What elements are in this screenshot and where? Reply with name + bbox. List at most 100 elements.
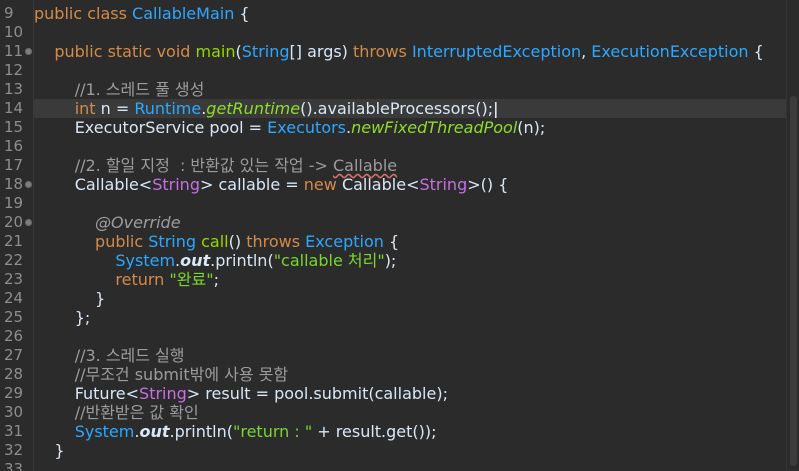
code-area[interactable]: public class CallableMain { public stati…: [34, 0, 786, 471]
code-token: Exception: [305, 232, 384, 251]
gutter-line: 12: [0, 61, 34, 80]
code-line[interactable]: Callable<String> callable = new Callable…: [34, 175, 786, 194]
code-line[interactable]: //무조건 submit밖에 사용 못함: [34, 365, 786, 384]
code-token: throws: [353, 42, 412, 61]
code-line[interactable]: }: [34, 289, 786, 308]
code-token: //무조건 submit밖에 사용 못함: [34, 365, 289, 384]
gutter-line: 21: [0, 232, 34, 251]
code-token: Callable<: [34, 175, 153, 194]
fold-toggle-icon[interactable]: [25, 219, 32, 226]
code-line[interactable]: [34, 327, 786, 346]
code-token: CallableMain: [132, 4, 235, 23]
code-token: {: [748, 42, 764, 61]
code-token: > callable =: [199, 175, 304, 194]
line-number: 10: [4, 23, 24, 41]
gutter-line: 17: [0, 156, 34, 175]
line-number: 25: [4, 308, 24, 326]
code-token: //3. 스레드 실행: [34, 346, 185, 365]
code-token: //2. 할일 지정 : 반환값 있는 작업 ->: [34, 156, 333, 175]
code-token: InterruptedException: [411, 42, 582, 61]
vertical-scrollbar[interactable]: [786, 0, 799, 471]
code-line-text: System.out.println("return : " + result.…: [34, 422, 437, 441]
code-token: int: [74, 99, 101, 118]
code-token: "완료": [169, 270, 214, 289]
code-token: String: [152, 175, 200, 194]
scrollbar-thumb[interactable]: [790, 96, 797, 466]
code-token: main: [195, 42, 236, 61]
current-code-line[interactable]: int n = Runtime.getRuntime().availablePr…: [34, 99, 786, 118]
code-line[interactable]: //1. 스레드 풀 생성: [34, 80, 786, 99]
code-line[interactable]: @Override: [34, 213, 786, 232]
code-token: //1. 스레드 풀 생성: [34, 80, 205, 99]
code-line[interactable]: [34, 194, 786, 213]
gutter-line: 14: [0, 99, 34, 118]
gutter-line: 19: [0, 194, 34, 213]
line-number: 31: [4, 422, 24, 440]
code-line[interactable]: [34, 460, 786, 471]
line-number: 24: [4, 289, 24, 307]
code-token: ExecutorService pool =: [34, 118, 268, 137]
code-token: .println(: [210, 251, 274, 270]
line-number: 26: [4, 327, 24, 345]
code-line[interactable]: }: [34, 441, 786, 460]
gutter-line: 24: [0, 289, 34, 308]
code-token: //반환받은 값 확인: [34, 403, 199, 422]
code-line-text: Callable<String> callable = new Callable…: [34, 175, 509, 194]
gutter-line: 11: [0, 42, 34, 61]
line-number: 29: [4, 384, 24, 402]
fold-toggle-icon[interactable]: [25, 48, 32, 55]
line-number: 16: [4, 137, 24, 155]
line-number: 22: [4, 251, 24, 269]
code-line-text: public String call() throws Exception {: [34, 232, 399, 251]
line-number: 28: [4, 365, 24, 383]
code-line[interactable]: [34, 137, 786, 156]
code-token: (n);: [517, 118, 546, 137]
line-number: 20: [4, 213, 24, 231]
code-token: System: [34, 251, 176, 270]
code-line[interactable]: public String call() throws Exception {: [34, 232, 786, 251]
code-line[interactable]: return "완료";: [34, 270, 786, 289]
code-token: <: [406, 175, 420, 194]
gutter-line: 27: [0, 346, 34, 365]
code-line-text: return "완료";: [34, 270, 219, 289]
code-token: }: [34, 289, 106, 308]
code-line[interactable]: System.out.println("callable 처리");: [34, 251, 786, 270]
code-line-text: }: [34, 441, 64, 460]
gutter-line: 33: [0, 460, 34, 471]
gutter-line: 25: [0, 308, 34, 327]
code-line-text: //반환받은 값 확인: [34, 403, 199, 422]
code-token: > result = pool.submit(callable);: [186, 384, 448, 403]
code-token: out: [180, 251, 211, 270]
code-token: String: [139, 384, 187, 403]
code-line-text: //무조건 submit밖에 사용 못함: [34, 365, 288, 384]
code-token: getRuntime: [206, 99, 301, 118]
code-line[interactable]: [34, 61, 786, 80]
code-line-text: };: [34, 308, 91, 327]
code-line[interactable]: //반환받은 값 확인: [34, 403, 786, 422]
code-line[interactable]: System.out.println("return : " + result.…: [34, 422, 786, 441]
fold-toggle-icon[interactable]: [25, 181, 32, 188]
code-token: >() {: [467, 175, 509, 194]
code-line[interactable]: //3. 스레드 실행: [34, 346, 786, 365]
code-editor[interactable]: 9 10 11 12 13 14 15 16 17 18 19 20 21 22 23 24 25 26 27 28 2…: [0, 0, 799, 471]
gutter-line: 30: [0, 403, 34, 422]
code-line[interactable]: Future<String> result = pool.submit(call…: [34, 384, 786, 403]
code-token: n =: [100, 99, 135, 118]
line-number: 17: [4, 156, 24, 174]
code-line[interactable]: //2. 할일 지정 : 반환값 있는 작업 -> Callable: [34, 156, 786, 175]
line-number: 33: [4, 460, 24, 471]
code-line[interactable]: ExecutorService pool = Executors.newFixe…: [34, 118, 786, 137]
code-line[interactable]: [34, 23, 786, 42]
line-number: 12: [4, 61, 24, 79]
gutter-line: 23: [0, 270, 34, 289]
code-line[interactable]: };: [34, 308, 786, 327]
code-token: public static void: [34, 42, 196, 61]
code-token: @Override: [34, 213, 181, 232]
code-line[interactable]: public static void main(String[] args) t…: [34, 42, 786, 61]
code-token: .println(: [169, 422, 233, 441]
code-line[interactable]: public class CallableMain {: [34, 4, 786, 23]
gutter-line: 22: [0, 251, 34, 270]
code-token: ,: [581, 42, 592, 61]
gutter-line: 28: [0, 365, 34, 384]
